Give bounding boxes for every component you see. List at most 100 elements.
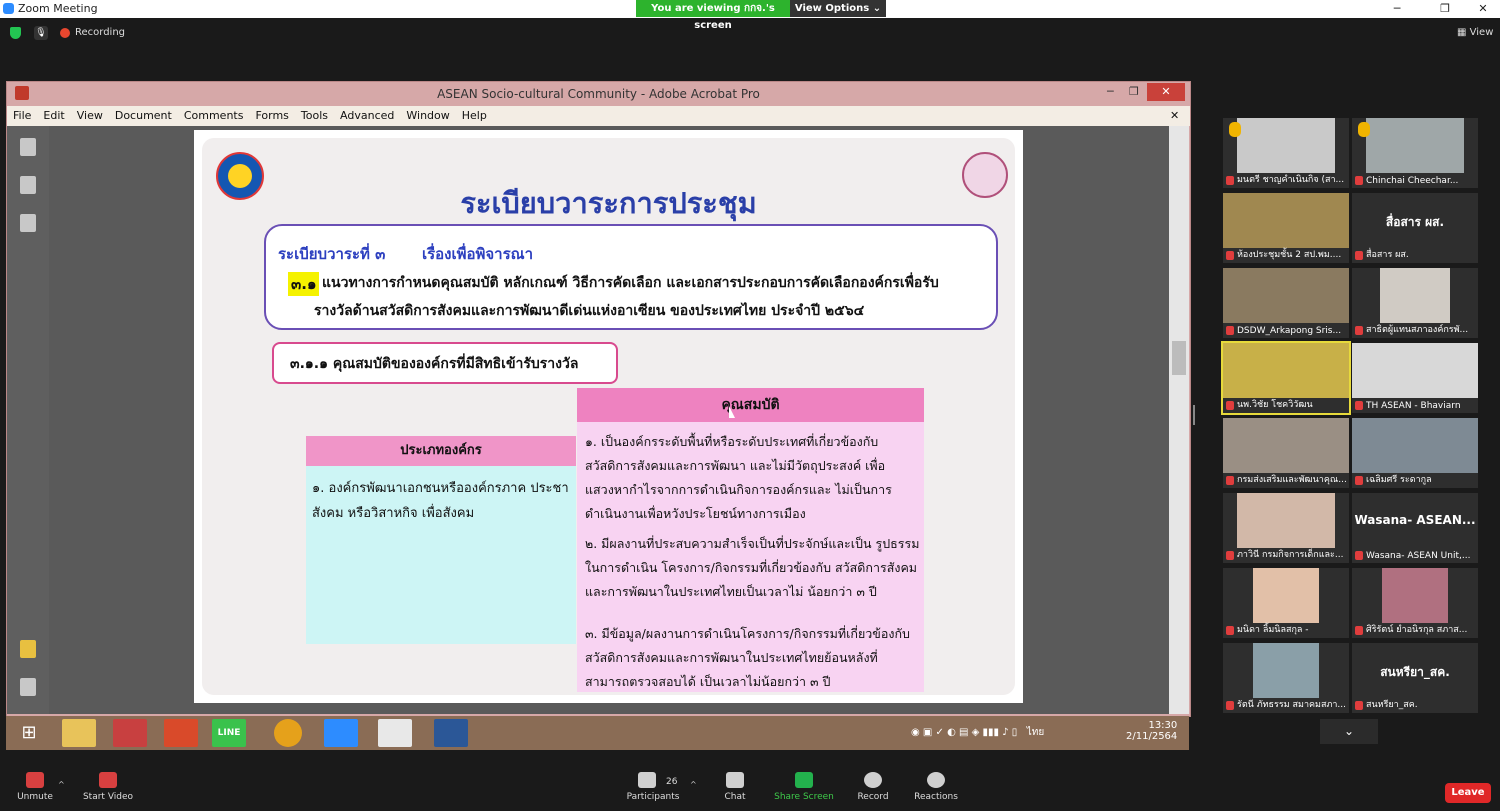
acrobat-sidebar [7, 126, 49, 714]
participant-tile[interactable]: TH ASEAN - Bhaviarn [1352, 343, 1478, 413]
office-app-icon[interactable] [164, 719, 198, 747]
close-document-button[interactable]: ✕ [1170, 109, 1179, 122]
comments-panel-icon[interactable] [20, 640, 36, 658]
participant-tile[interactable]: มนตรี ชาญคำเนินกิจ (สา... [1223, 118, 1349, 188]
participant-tile[interactable]: สาธิตผู้แทนสภาองค์กรพั... [1352, 268, 1478, 338]
chat-icon [726, 772, 744, 788]
reactions-button[interactable]: Reactions [912, 768, 960, 802]
participant-tile[interactable]: Wasana- ASEAN... Wasana- ASEAN Unit,... [1352, 493, 1478, 563]
gallery-next-page-button[interactable]: ⌄ [1320, 719, 1378, 744]
zoom-app-icon [3, 3, 14, 14]
qualification-item: ๑. เป็นองค์กรระดับพื้นที่หรือระดับประเทศ… [585, 434, 892, 521]
windows-start-icon[interactable]: ⊞ [12, 719, 46, 747]
participant-tile[interactable]: รัตนี ภัทธรรม สมาคมสภา... [1223, 643, 1349, 713]
acrobat-maximize-button[interactable]: ❐ [1129, 85, 1139, 98]
acrobat-minimize-button[interactable]: ─ [1107, 85, 1114, 98]
unmute-button[interactable]: Unmute [12, 768, 58, 802]
share-screen-label: Share Screen [774, 792, 834, 802]
taskbar-clock[interactable]: 13:30 2/11/2564 [1126, 720, 1177, 742]
participant-tile[interactable]: Chinchai Cheechar... [1352, 118, 1478, 188]
slide: ระเบียบวาระการประชุม ระเบียบวาระที่ ๓ เร… [202, 138, 1015, 695]
panel-resize-handle[interactable] [1193, 405, 1195, 425]
audio-options-caret[interactable]: ^ [58, 780, 65, 789]
sub-item-box: ๓.๑.๑ คุณสมบัติขององค์กรที่มีสิทธิเข้ารั… [272, 342, 618, 384]
muted-mic-icon [1226, 551, 1234, 560]
muted-mic-icon [1355, 701, 1363, 710]
zoom-taskbar-icon[interactable] [324, 719, 358, 747]
menu-view[interactable]: View [71, 106, 109, 125]
qualifications-header: คุณสมบัติ [577, 388, 924, 422]
signatures-panel-icon[interactable] [20, 214, 36, 232]
participant-name: รัตนี ภัทธรรม สมาคมสภา... [1237, 700, 1347, 710]
participant-name: มนตรี ชาญคำเนินกิจ (สา... [1237, 175, 1345, 185]
scrollbar-thumb[interactable] [1172, 341, 1186, 375]
pages-panel-icon[interactable] [20, 138, 36, 156]
bookmarks-panel-icon[interactable] [20, 176, 36, 194]
menu-file[interactable]: File [7, 106, 37, 125]
file-explorer-icon[interactable] [62, 719, 96, 747]
menu-window[interactable]: Window [400, 106, 455, 125]
participant-tile-active-speaker[interactable]: นพ.วิชัย โชควิวัฒน [1221, 341, 1351, 415]
muted-mic-icon [1355, 551, 1363, 560]
windows-taskbar: ⊞ LINE ◉ ▣ ✓ ◐ ▤ ◈ ▮▮▮ ♪ ▯ ไทย 13:30 2/1… [6, 716, 1189, 750]
recording-label[interactable]: Recording [75, 27, 125, 38]
calculator-app-icon[interactable] [113, 719, 147, 747]
vertical-scrollbar[interactable] [1169, 126, 1189, 714]
audio-status-icon[interactable]: 🎙 [34, 26, 48, 40]
menu-advanced[interactable]: Advanced [334, 106, 400, 125]
participant-tile[interactable]: เฉลิมศรี ระดากูล [1352, 418, 1478, 488]
participant-tile[interactable]: DSDW_Arkapong Sris... [1223, 268, 1349, 338]
participant-tile[interactable]: ภาวินี กรมกิจการเด็กและ... [1223, 493, 1349, 563]
viewing-screen-banner: You are viewing กกจ.'s screen [636, 0, 790, 31]
minimize-button[interactable]: ─ [1380, 0, 1414, 18]
participant-tile[interactable]: สนหรียา_สค. สนหรียา_สค. [1352, 643, 1478, 713]
view-button[interactable]: ▦ View [1457, 27, 1493, 38]
share-screen-button[interactable]: Share Screen [774, 768, 834, 802]
menu-help[interactable]: Help [456, 106, 493, 125]
acrobat-close-button[interactable]: ✕ [1147, 83, 1185, 101]
participant-tile[interactable]: ห้องประชุมชั้น 2 สป.พม.... [1223, 193, 1349, 263]
clock-time: 13:30 [1148, 720, 1178, 731]
participant-name: เฉลิมศรี ระดากูล [1366, 475, 1432, 485]
participant-name: มนิดา ลิ้มนิลสกุล - [1237, 625, 1309, 635]
menu-comments[interactable]: Comments [178, 106, 250, 125]
participant-tile[interactable]: กรมส่งเสริมและพัฒนาคุณ... [1223, 418, 1349, 488]
chat-button[interactable]: Chat [718, 768, 752, 802]
menu-forms[interactable]: Forms [249, 106, 294, 125]
participants-options-caret[interactable]: ^ [690, 780, 697, 789]
record-button[interactable]: Record [855, 768, 891, 802]
video-off-icon [99, 772, 117, 788]
maximize-button[interactable]: ❐ [1428, 0, 1462, 18]
view-options-button[interactable]: View Options ⌄ [790, 0, 886, 17]
agenda-item-line2: รางวัลด้านสวัสดิการสังคมและการพัฒนาดีเด่… [314, 303, 865, 319]
participant-tile[interactable]: สื่อสาร ผส. สื่อสาร ผส. [1352, 193, 1478, 263]
sub-item-text: ๓.๑.๑ คุณสมบัติขององค์กรที่มีสิทธิเข้ารั… [290, 356, 579, 372]
participant-name: กรมส่งเสริมและพัฒนาคุณ... [1237, 475, 1347, 485]
acrobat-taskbar-icon[interactable] [378, 719, 412, 747]
word-taskbar-icon[interactable] [434, 719, 468, 747]
mouse-cursor-icon [729, 406, 735, 418]
chrome-icon[interactable] [274, 719, 302, 747]
attachments-panel-icon[interactable] [20, 678, 36, 696]
clock-date: 2/11/2564 [1126, 731, 1178, 742]
muted-mic-icon [1226, 251, 1234, 260]
participant-tile[interactable]: มนิดา ลิ้มนิลสกุล - [1223, 568, 1349, 638]
menu-edit[interactable]: Edit [37, 106, 70, 125]
start-video-button[interactable]: Start Video [80, 768, 136, 802]
line-app-icon[interactable]: LINE [212, 719, 246, 747]
agenda-box: ระเบียบวาระที่ ๓ เรื่องเพื่อพิจารณา ๓.๑ … [264, 224, 998, 330]
raised-hand-icon [1358, 122, 1370, 137]
start-video-label: Start Video [82, 792, 134, 802]
system-tray: ◉ ▣ ✓ ◐ ▤ ◈ ▮▮▮ ♪ ▯ ไทย [911, 727, 1045, 738]
menu-tools[interactable]: Tools [295, 106, 334, 125]
input-language[interactable]: ไทย [1027, 727, 1044, 738]
close-window-button[interactable]: ✕ [1466, 0, 1500, 18]
acrobat-title: ASEAN Socio-cultural Community - Adobe A… [437, 87, 760, 101]
muted-mic-icon [1226, 476, 1234, 485]
encryption-shield-icon[interactable] [10, 27, 21, 39]
menu-document[interactable]: Document [109, 106, 178, 125]
leave-button[interactable]: Leave [1445, 783, 1491, 803]
participant-tile[interactable]: ศิริรัตน์ ยำอนิรกุล สภาส... [1352, 568, 1478, 638]
view-label: View [1469, 27, 1494, 38]
recording-dot-icon [60, 28, 70, 38]
